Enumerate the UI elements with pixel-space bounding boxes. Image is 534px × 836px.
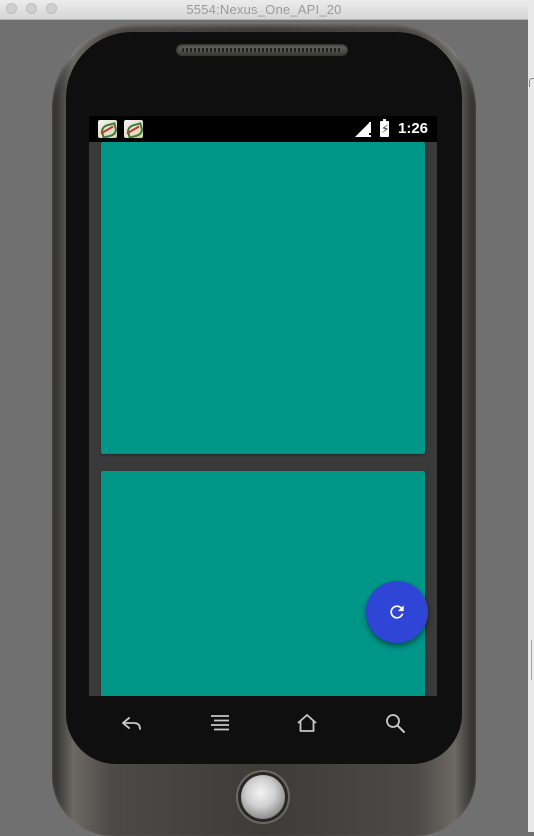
background-window-edge (528, 0, 534, 832)
signal-warning-icon (369, 122, 371, 137)
earpiece-speaker (176, 44, 348, 56)
status-clock: 1:26 (398, 120, 429, 137)
card-item[interactable] (101, 142, 425, 454)
device-screen: ⚡ 1:26 (89, 116, 437, 696)
signal-no-data-icon (355, 123, 369, 137)
trackball-button[interactable] (241, 775, 285, 819)
emulator-title-bar: 5554:Nexus_One_API_20 (0, 0, 528, 20)
menu-icon[interactable] (208, 712, 232, 734)
home-icon[interactable] (295, 712, 319, 734)
refresh-icon (390, 605, 404, 619)
back-icon[interactable] (119, 712, 143, 734)
battery-charging-icon: ⚡ (380, 119, 390, 137)
search-icon[interactable] (383, 712, 407, 734)
window-title: 5554:Nexus_One_API_20 (186, 2, 342, 17)
status-bar: ⚡ 1:26 (89, 116, 437, 142)
card-item[interactable] (101, 471, 425, 696)
app-notification-icon (124, 120, 143, 138)
refresh-fab-button[interactable] (366, 581, 428, 643)
app-notification-icon (98, 120, 117, 138)
